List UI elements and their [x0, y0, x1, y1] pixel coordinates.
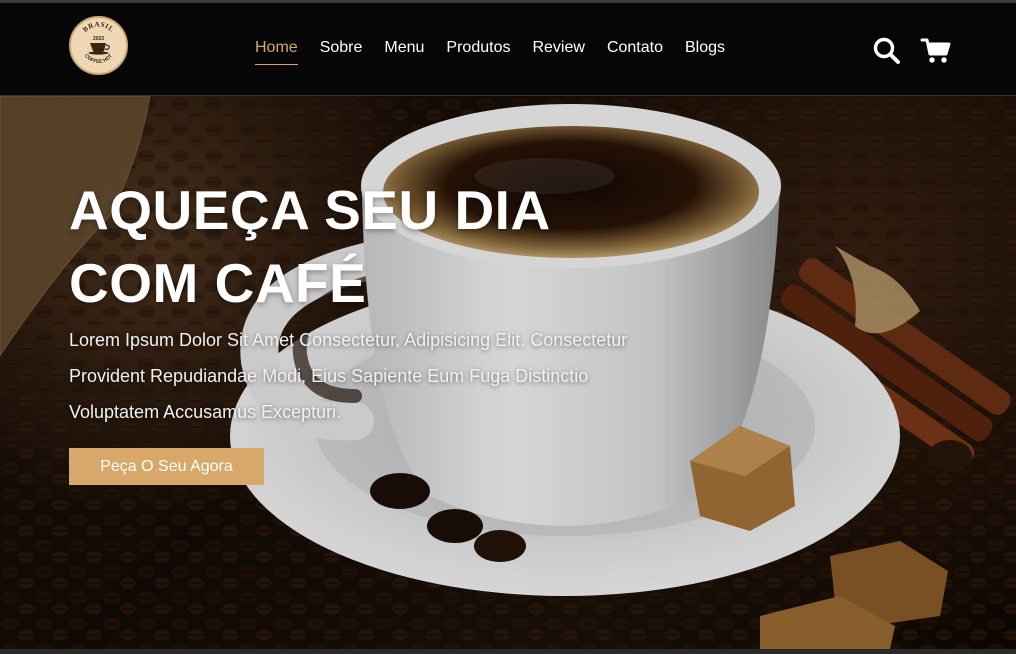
nav-menu[interactable]: Menu: [384, 38, 424, 65]
nav-home[interactable]: Home: [255, 38, 298, 65]
nav-sobre[interactable]: Sobre: [320, 38, 363, 65]
hero-description: Lorem Ipsum Dolor Sit Amet Consectetur, …: [69, 322, 689, 430]
svg-text:COFFEE HOT: COFFEE HOT: [83, 53, 114, 65]
hero-title-line-1: AQUEÇA SEU DIA: [69, 179, 551, 241]
logo-bottom-text: COFFEE HOT: [83, 53, 114, 65]
hero-title-line-2: COM CAFÉ: [69, 252, 367, 314]
shopping-cart-icon[interactable]: [920, 36, 951, 66]
site-header: BRASIL 2023 COFFEE HOT Home Sobre Menu P…: [0, 3, 1016, 96]
nav-produtos[interactable]: Produtos: [446, 38, 510, 65]
logo-year: 2023: [93, 36, 104, 42]
brand-logo[interactable]: BRASIL 2023 COFFEE HOT: [69, 16, 128, 75]
logo-top-text: BRASIL: [81, 20, 115, 33]
hero-description-line-1: Lorem Ipsum Dolor Sit Amet Consectetur, …: [69, 330, 628, 350]
hero-title: AQUEÇA SEU DIA COM CAFÉ: [69, 174, 589, 320]
nav-contato[interactable]: Contato: [607, 38, 663, 65]
hero-description-line-2: Provident Repudiandae Modi, Eius Sapient…: [69, 366, 589, 386]
nav-blogs[interactable]: Blogs: [685, 38, 725, 65]
svg-text:BRASIL: BRASIL: [81, 20, 115, 33]
search-icon[interactable]: [872, 36, 902, 66]
nav-review[interactable]: Review: [532, 38, 584, 65]
hero-section: AQUEÇA SEU DIA COM CAFÉ Lorem Ipsum Dolo…: [0, 96, 1016, 649]
main-nav: Home Sobre Menu Produtos Review Contato …: [255, 38, 747, 65]
order-now-button[interactable]: Peça O Seu Agora: [69, 448, 264, 485]
hero-description-line-3: Voluptatem Accusamus Excepturi.: [69, 402, 342, 422]
window-bottom-border: [0, 649, 1016, 654]
coffee-cup-logo-icon: BRASIL 2023 COFFEE HOT: [81, 20, 115, 65]
